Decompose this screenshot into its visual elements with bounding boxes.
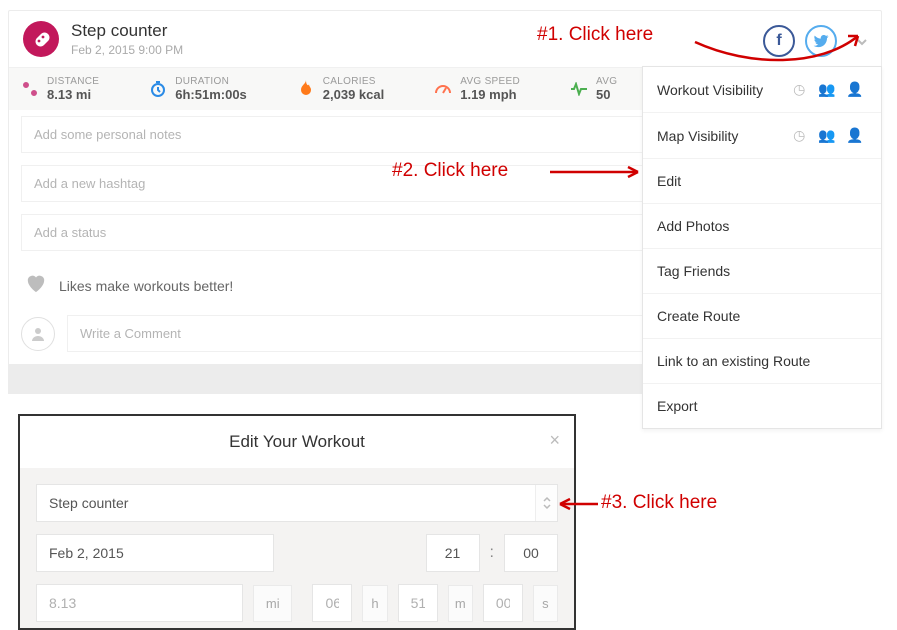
distance-icon	[21, 80, 39, 98]
menu-label: Create Route	[657, 308, 740, 324]
stat-distance: DISTANCE 8.13 mi	[21, 76, 99, 102]
menu-item-edit[interactable]: Edit	[643, 159, 881, 204]
vis-private-icon[interactable]: 👤	[843, 81, 867, 98]
activity-type-select[interactable]: Step counter	[36, 484, 558, 522]
card-header: Step counter Feb 2, 2015 9:00 PM f	[9, 11, 881, 67]
heartrate-icon	[570, 80, 588, 98]
modal-close-icon[interactable]: ×	[549, 430, 560, 451]
duration-s-input[interactable]	[483, 584, 523, 622]
stat-duration: DURATION 6h:51m:00s	[149, 76, 247, 102]
options-chevron-icon[interactable]	[855, 35, 869, 49]
distance-unit: mi	[253, 585, 292, 622]
options-menu: Workout Visibility ◷ 👥 👤 Map Visibility …	[642, 66, 882, 429]
likes-text: Likes make workouts better!	[59, 278, 233, 294]
menu-label: Export	[657, 398, 697, 414]
annotation-1: #1. Click here	[537, 24, 653, 46]
time-colon: :	[490, 544, 494, 562]
annotation-2: #2. Click here	[392, 160, 508, 182]
facebook-icon: f	[776, 32, 781, 50]
stat-avgspeed: AVG SPEED 1.19 mph	[434, 76, 520, 102]
calories-icon	[297, 80, 315, 98]
stat-distance-label: DISTANCE	[47, 76, 99, 87]
vis-friends-icon[interactable]: 👥	[815, 81, 839, 98]
activity-type-value: Step counter	[49, 495, 128, 511]
activity-badge-icon	[23, 21, 59, 57]
twitter-share-button[interactable]	[805, 25, 837, 57]
facebook-share-button[interactable]: f	[763, 25, 795, 57]
vis-friends-icon[interactable]: 👥	[815, 127, 839, 144]
menu-label: Add Photos	[657, 218, 729, 234]
stat-avghr-value: 50	[596, 87, 617, 102]
heart-icon[interactable]	[25, 273, 47, 299]
stat-duration-value: 6h:51m:00s	[175, 87, 247, 102]
modal-header: Edit Your Workout ×	[20, 416, 574, 468]
visibility-icons: ◷ 👥 👤	[787, 127, 867, 144]
stat-distance-value: 8.13 mi	[47, 87, 99, 102]
stat-calories-value: 2,039 kcal	[323, 87, 384, 102]
menu-item-export[interactable]: Export	[643, 384, 881, 428]
avatar-icon	[21, 317, 55, 351]
stat-calories: CALORIES 2,039 kcal	[297, 76, 384, 102]
menu-label: Tag Friends	[657, 263, 730, 279]
menu-item-tag-friends[interactable]: Tag Friends	[643, 249, 881, 294]
vis-public-icon[interactable]: ◷	[787, 127, 811, 144]
vis-public-icon[interactable]: ◷	[787, 81, 811, 98]
modal-title: Edit Your Workout	[229, 432, 365, 452]
stat-avgspeed-label: AVG SPEED	[460, 76, 520, 87]
twitter-icon	[813, 33, 829, 49]
minute-input[interactable]	[504, 534, 558, 572]
stat-avghr-label: AVG	[596, 76, 617, 87]
visibility-icons: ◷ 👥 👤	[787, 81, 867, 98]
duration-m-input[interactable]	[398, 584, 438, 622]
menu-label: Edit	[657, 173, 681, 189]
distance-input[interactable]	[36, 584, 243, 622]
hour-input[interactable]	[426, 534, 480, 572]
title-block: Step counter Feb 2, 2015 9:00 PM	[71, 21, 183, 57]
menu-label: Map Visibility	[657, 128, 738, 144]
workout-datetime: Feb 2, 2015 9:00 PM	[71, 43, 183, 57]
annotation-3: #3. Click here	[601, 492, 717, 514]
menu-item-map-visibility[interactable]: Map Visibility ◷ 👥 👤	[643, 113, 881, 159]
unit-m: m	[448, 585, 473, 622]
stat-avgspeed-value: 1.19 mph	[460, 87, 520, 102]
menu-item-workout-visibility[interactable]: Workout Visibility ◷ 👥 👤	[643, 67, 881, 113]
vis-private-icon[interactable]: 👤	[843, 127, 867, 144]
share-buttons: f	[763, 25, 837, 57]
menu-item-add-photos[interactable]: Add Photos	[643, 204, 881, 249]
menu-item-link-route[interactable]: Link to an existing Route	[643, 339, 881, 384]
stat-avghr: AVG 50	[570, 76, 617, 102]
edit-workout-modal: Edit Your Workout × Step counter : mi h	[18, 414, 576, 630]
workout-title: Step counter	[71, 21, 183, 41]
speed-icon	[434, 80, 452, 98]
menu-item-create-route[interactable]: Create Route	[643, 294, 881, 339]
stat-duration-label: DURATION	[175, 76, 247, 87]
modal-body: Step counter : mi h m s	[20, 468, 574, 628]
date-input[interactable]	[36, 534, 274, 572]
duration-icon	[149, 80, 167, 98]
select-caret-icon	[535, 485, 557, 521]
menu-label: Workout Visibility	[657, 82, 763, 98]
duration-h-input[interactable]	[312, 584, 352, 622]
stat-calories-label: CALORIES	[323, 76, 384, 87]
unit-s: s	[533, 585, 558, 622]
unit-h: h	[362, 585, 387, 622]
menu-label: Link to an existing Route	[657, 353, 810, 369]
